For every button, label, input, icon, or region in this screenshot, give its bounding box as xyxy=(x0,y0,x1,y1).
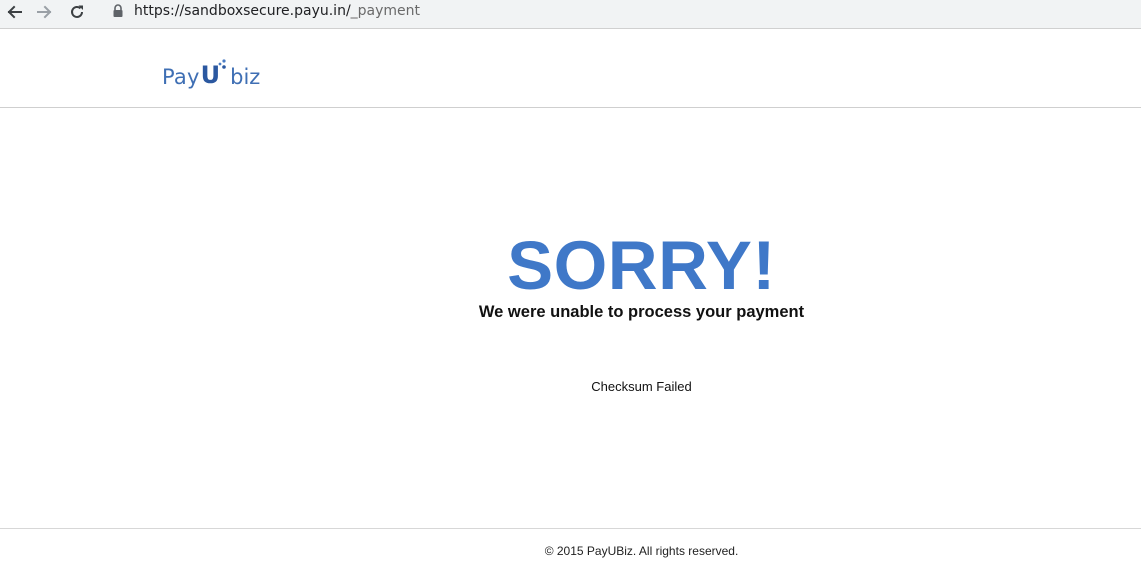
url-host: https://sandboxsecure.payu.in/ xyxy=(134,3,351,19)
logo-pay: Pay xyxy=(162,65,200,89)
error-heading: SORRY! xyxy=(507,227,776,304)
back-arrow-icon xyxy=(7,5,22,19)
copyright-text: © 2015 PayUBiz. All rights reserved. xyxy=(544,544,739,558)
browser-toolbar: https://sandboxsecure.payu.in/_payment xyxy=(0,0,1141,29)
error-content: SORRY! We were unable to process your pa… xyxy=(0,108,1141,528)
url-path: _payment xyxy=(350,3,421,19)
error-subtitle: We were unable to process your payment xyxy=(478,303,805,321)
lock-icon xyxy=(113,4,123,17)
logo-u: U xyxy=(201,59,226,89)
forward-arrow-icon xyxy=(37,5,52,19)
forward-button[interactable] xyxy=(34,1,56,23)
site-header: Pay U biz xyxy=(0,29,1141,108)
logo-biz: biz xyxy=(230,65,261,89)
logo-dots-icon xyxy=(218,59,226,69)
reload-icon xyxy=(71,5,83,18)
payubiz-logo[interactable]: Pay U biz xyxy=(162,53,260,89)
site-footer: © 2015 PayUBiz. All rights reserved. xyxy=(0,528,1141,585)
reload-button[interactable] xyxy=(66,1,88,23)
address-bar[interactable]: https://sandboxsecure.payu.in/_payment xyxy=(134,1,420,21)
error-message: Checksum Failed xyxy=(591,379,692,394)
back-button[interactable] xyxy=(3,1,25,23)
